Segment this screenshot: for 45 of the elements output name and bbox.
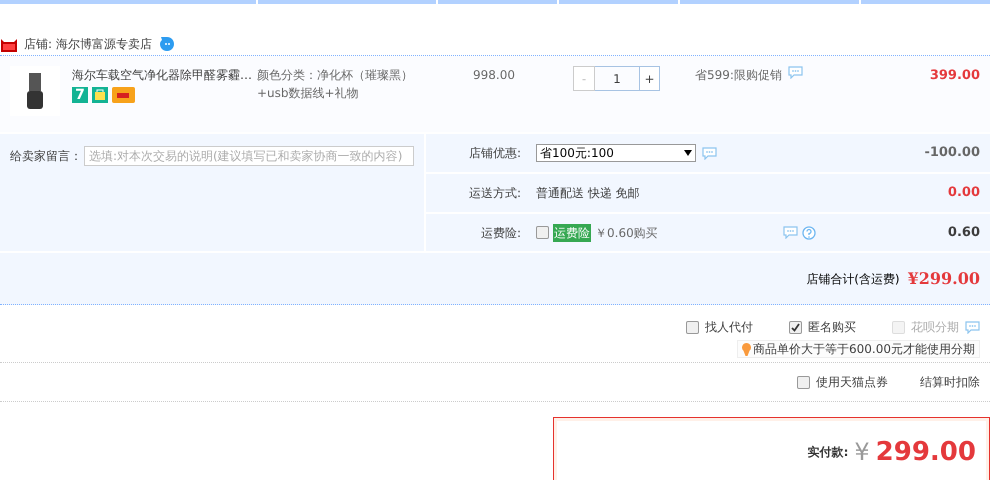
- unit-price: 998.00: [472, 67, 516, 84]
- payment-amount: 299.00: [876, 436, 976, 468]
- discount-select[interactable]: 省100元:100: [536, 144, 696, 162]
- card-icon: [112, 87, 135, 103]
- shipping-amount: 0.00: [946, 184, 981, 202]
- chat-bubble-icon[interactable]: [702, 146, 717, 160]
- shipping-label: 运送方式:: [468, 185, 521, 202]
- product-thumbnail[interactable]: [10, 66, 60, 116]
- coupon-label[interactable]: 使用天猫点券: [816, 373, 888, 391]
- insurance-price: ￥0.60购买: [595, 224, 658, 242]
- increment-button[interactable]: +: [639, 66, 660, 91]
- shop-total-label: 店铺合计(含运费): [806, 270, 900, 288]
- promotion-text: 省599:限购促销: [695, 67, 782, 84]
- checkbox[interactable]: [789, 320, 802, 334]
- discount-label: 店铺优惠:: [468, 145, 521, 162]
- chat-icon[interactable]: [158, 36, 176, 52]
- chat-bubble-icon[interactable]: [783, 226, 798, 239]
- payment-label: 实付款:: [808, 444, 848, 461]
- installment-tip: 商品单价大于等于600.00元才能使用分期: [737, 340, 980, 358]
- shop-name[interactable]: 店铺: 海尔博富源专卖店: [24, 34, 152, 52]
- currency-symbol: ¥: [854, 437, 870, 468]
- discount-amount: -100.00: [923, 144, 981, 162]
- shipping-method: 普通配送 快递 免邮: [536, 185, 640, 202]
- product-title[interactable]: 海尔车载空气净化器除甲醛雾霾…: [72, 66, 257, 84]
- lightbulb-icon: [742, 342, 751, 356]
- checkbox[interactable]: [797, 376, 810, 388]
- coupon-note: 结算时扣除: [920, 374, 980, 391]
- insurance-tag: 运费险: [553, 224, 591, 242]
- chat-bubble-icon[interactable]: [965, 320, 980, 334]
- item-subtotal: 399.00: [928, 67, 981, 85]
- insurance-amount: 0.60: [946, 224, 981, 242]
- insurance-label: 运费险:: [480, 224, 521, 242]
- checkbox[interactable]: [536, 226, 549, 239]
- shop-total-amount: ¥299.00: [908, 268, 980, 290]
- sku-text: 颜色分类：净化杯（璀璨黑）+usb数据线+礼物: [257, 67, 414, 102]
- option-label[interactable]: 匿名购买: [808, 318, 856, 336]
- help-icon[interactable]: [802, 226, 816, 240]
- bag-icon: [92, 87, 108, 103]
- chat-bubble-icon[interactable]: [788, 66, 803, 79]
- service-badge: 7: [72, 87, 88, 103]
- caret-icon: [684, 150, 692, 156]
- message-label: 给卖家留言：: [10, 148, 82, 165]
- option-label[interactable]: 找人代付: [705, 318, 753, 336]
- checkbox[interactable]: [686, 320, 699, 334]
- message-field[interactable]: 选填:对本次交易的说明(建议填写已和卖家协商一致的内容): [84, 146, 414, 166]
